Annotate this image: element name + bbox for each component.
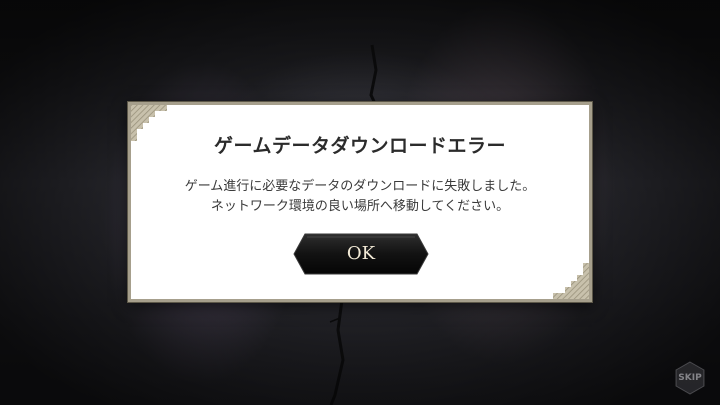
corner-ornament-bottom-right: [553, 263, 589, 299]
ok-button[interactable]: OK: [293, 233, 429, 275]
game-screen: ゲームデータダウンロードエラー ゲーム進行に必要なデータのダウンロードに失敗しま…: [0, 0, 720, 405]
download-error-dialog: ゲームデータダウンロードエラー ゲーム進行に必要なデータのダウンロードに失敗しま…: [128, 102, 592, 302]
dialog-message-line-1: ゲーム進行に必要なデータのダウンロードに失敗しました。: [184, 179, 536, 194]
skip-label: SKIP: [678, 373, 702, 383]
dialog-message: ゲーム進行に必要なデータのダウンロードに失敗しました。 ネットワーク環境の良い場…: [131, 177, 589, 217]
skip-button[interactable]: SKIP: [672, 360, 708, 396]
dialog-message-line-2: ネットワーク環境の良い場所へ移動してください。: [210, 199, 510, 214]
ok-button-label: OK: [346, 243, 376, 264]
dialog-title: ゲームデータダウンロードエラー: [214, 135, 506, 157]
